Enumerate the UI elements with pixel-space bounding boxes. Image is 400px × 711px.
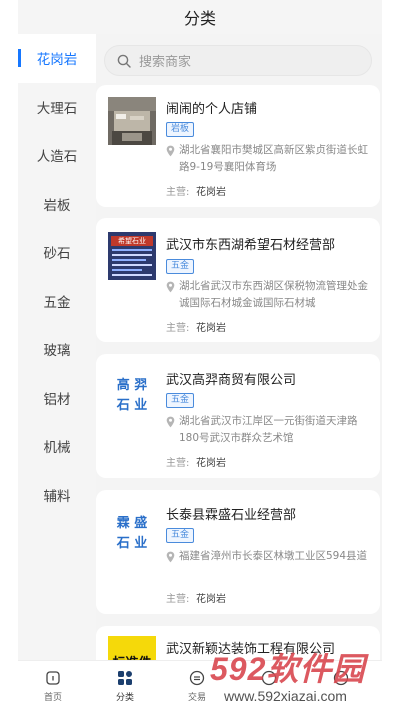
page-title: 分类 <box>183 9 216 28</box>
merchant-logo-text: 标准件 <box>108 652 156 660</box>
main-business-value: 花岗岩 <box>196 594 226 605</box>
sidebar-item-label: 砂石 <box>43 246 71 263</box>
sidebar-item-label: 辅料 <box>43 488 71 505</box>
location-pin-icon <box>166 416 175 428</box>
tab-4[interactable] <box>234 661 304 711</box>
tab-category-label: 分类 <box>115 693 134 703</box>
merchant-address: 湖北省武汉市东西湖区保税物流管理处金诚国际石材城金诚国际石材城 <box>179 280 368 309</box>
merchant-logo-text-line-1: 霖 盛 <box>116 516 148 531</box>
merchant-logo: 高 羿 石 业 <box>108 368 156 416</box>
category-tag: 五金 <box>166 259 195 274</box>
sidebar-item-hardware[interactable]: 五金 <box>18 277 96 326</box>
main-business-label: 主营: <box>166 323 190 334</box>
trade-icon <box>189 670 205 686</box>
merchant-logo-text-line-2: 石 业 <box>116 398 148 413</box>
merchant-card[interactable]: 高 羿 石 业 武汉高羿商贸有限公司 五金 湖北省武汉市江岸区一元街街道天津路1… <box>96 354 380 478</box>
merchant-address: 福建省漳州市长泰区林墩工业区594县道 <box>179 550 368 562</box>
sidebar-item-accessories[interactable]: 辅料 <box>18 471 96 520</box>
sidebar-item-granite[interactable]: 花岗岩 <box>18 34 96 83</box>
category-tag: 五金 <box>166 393 195 408</box>
search-bar[interactable]: 搜索商家 <box>104 45 372 76</box>
sidebar-item-artificial-stone[interactable]: 人造石 <box>18 131 96 180</box>
search-icon <box>117 54 131 68</box>
merchant-card[interactable]: 标准件 武汉新颖达装饰工程有限公司 <box>96 626 380 660</box>
merchant-name: 武汉市东西湖希望石材经营部 <box>166 238 336 253</box>
merchant-card[interactable]: 闹闹的个人店铺 岩板 湖北省襄阳市樊城区高新区紫贞街道长虹路9-19号襄阳体育场… <box>96 85 380 207</box>
circle-icon <box>261 670 277 686</box>
main-business-label: 主营: <box>166 594 190 605</box>
main-business-value: 花岗岩 <box>196 187 226 198</box>
sidebar-item-label: 人造石 <box>36 149 78 166</box>
merchant-name: 长泰县霖盛石业经营部 <box>166 508 297 523</box>
merchant-name: 武汉新颖达装饰工程有限公司 <box>166 642 336 657</box>
sidebar-item-label: 大理石 <box>36 100 78 117</box>
tab-trade-label: 交易 <box>187 693 206 703</box>
main-business-value: 花岗岩 <box>196 323 226 334</box>
category-tag: 岩板 <box>166 122 195 137</box>
main-business-value: 花岗岩 <box>196 458 226 469</box>
category-sidebar: 花岗岩 大理石 人造石 岩板 砂石 五金 玻璃 铝材 机械 辅料 <box>18 34 96 660</box>
bottom-tab-bar: 首页 分类 交易 <box>18 660 382 711</box>
merchant-list-panel: 搜索商家 闹闹的个人店铺 岩板 湖北省襄阳市樊城区高新区紫贞街道长虹路9-19号… <box>96 34 382 660</box>
tab-home-label: 首页 <box>43 693 62 703</box>
tab-home[interactable]: 首页 <box>18 661 88 711</box>
location-pin-icon <box>166 145 175 157</box>
main-business-label: 主营: <box>166 187 190 198</box>
merchant-name: 武汉高羿商贸有限公司 <box>166 373 297 388</box>
sidebar-item-machinery[interactable]: 机械 <box>18 422 96 471</box>
sidebar-item-sand[interactable]: 砂石 <box>18 228 96 277</box>
tab-profile[interactable] <box>306 661 376 711</box>
sidebar-item-marble[interactable]: 大理石 <box>18 83 96 132</box>
home-icon <box>46 671 60 685</box>
merchant-name: 闹闹的个人店铺 <box>166 102 258 117</box>
sidebar-item-aluminum[interactable]: 铝材 <box>18 374 96 423</box>
merchant-logo-text-line-1: 高 羿 <box>116 378 148 393</box>
profile-icon <box>333 670 349 686</box>
merchant-logo: 希望石业 <box>108 232 156 280</box>
sidebar-item-glass[interactable]: 玻璃 <box>18 325 96 374</box>
location-pin-icon <box>166 551 175 563</box>
category-grid-icon <box>118 671 132 685</box>
sidebar-item-label: 机械 <box>43 440 71 457</box>
main-business-label: 主营: <box>166 458 190 469</box>
merchant-logo: 霖 盛 石 业 <box>108 506 156 554</box>
sidebar-item-label: 岩板 <box>43 197 71 214</box>
merchant-card[interactable]: 希望石业 武汉市东西湖希望石材经营部 五金 湖北省武汉市东西湖区保税物流管理处金… <box>96 218 380 342</box>
tab-trade[interactable]: 交易 <box>162 661 232 711</box>
location-pin-icon <box>166 281 175 293</box>
tab-category[interactable]: 分类 <box>90 661 160 711</box>
merchant-logo: 标准件 <box>108 636 156 660</box>
merchant-logo-text-line-2: 石 业 <box>116 536 148 551</box>
sidebar-item-label: 五金 <box>43 294 71 311</box>
sidebar-item-label: 铝材 <box>43 391 71 408</box>
sidebar-item-label: 玻璃 <box>43 343 71 360</box>
sidebar-item-slab[interactable]: 岩板 <box>18 180 96 229</box>
merchant-card[interactable]: 霖 盛 石 业 长泰县霖盛石业经营部 五金 福建省漳州市长泰区林墩工业区594县… <box>96 490 380 614</box>
sidebar-item-label: 花岗岩 <box>36 52 78 69</box>
page-header: 分类 <box>18 0 382 34</box>
merchant-address: 湖北省武汉市江岸区一元街街道天津路180号武汉市群众艺术馆 <box>179 415 358 444</box>
merchant-photo <box>108 97 156 145</box>
category-tag: 五金 <box>166 528 195 543</box>
merchant-address: 湖北省襄阳市樊城区高新区紫贞街道长虹路9-19号襄阳体育场 <box>179 144 368 173</box>
search-placeholder: 搜索商家 <box>139 55 192 70</box>
